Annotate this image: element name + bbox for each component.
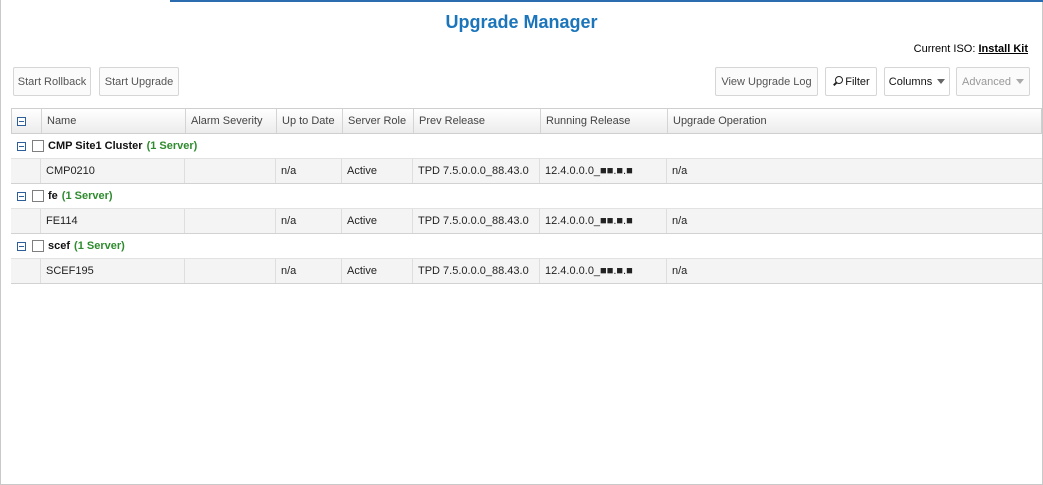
column-header-upgrade-operation[interactable]: Upgrade Operation <box>668 109 1041 133</box>
group-checkbox[interactable] <box>32 240 44 252</box>
table-header: Name Alarm Severity Up to Date Server Ro… <box>11 108 1042 134</box>
chevron-down-icon <box>937 79 946 84</box>
cell-alarm-severity <box>185 209 276 233</box>
collapse-icon[interactable] <box>17 191 26 201</box>
columns-label: Columns <box>888 75 933 88</box>
view-upgrade-log-label: View Upgrade Log <box>721 75 812 88</box>
group-name: CMP Site1 Cluster <box>48 140 143 152</box>
table-row[interactable]: SCEF195 n/a Active TPD 7.5.0.0.0_88.43.0… <box>11 259 1042 284</box>
cell-server-role: Active <box>342 209 413 233</box>
search-icon <box>832 76 844 87</box>
start-upgrade-button[interactable]: Start Upgrade <box>99 67 179 96</box>
group-row: CMP Site1 Cluster (1 Server) <box>11 134 1042 159</box>
column-header-up-to-date[interactable]: Up to Date <box>277 109 343 133</box>
column-header-server-role[interactable]: Server Role <box>343 109 414 133</box>
cell-upgrade-operation: n/a <box>672 165 688 177</box>
column-header-running-release[interactable]: Running Release <box>541 109 668 133</box>
cell-up-to-date: n/a <box>276 159 342 183</box>
start-upgrade-label: Start Upgrade <box>104 75 174 88</box>
upgrade-table: Name Alarm Severity Up to Date Server Ro… <box>11 108 1042 284</box>
collapse-icon <box>17 116 26 126</box>
cell-up-to-date: n/a <box>276 259 342 283</box>
cell-running-release: 12.4.0.0.0_■■.■.■ <box>540 159 667 183</box>
page-title: Upgrade Manager <box>445 12 598 32</box>
current-iso-label: Current ISO: <box>913 43 976 55</box>
row-spacer <box>11 209 41 233</box>
top-accent-bar <box>170 0 1043 2</box>
chevron-down-icon <box>1015 79 1024 84</box>
cell-alarm-severity <box>185 259 276 283</box>
start-rollback-button[interactable]: Start Rollback <box>13 67 91 96</box>
cell-upgrade-operation: n/a <box>672 215 688 227</box>
group-count: (1 Server) <box>74 240 125 252</box>
cell-server-role: Active <box>342 159 413 183</box>
row-spacer <box>11 259 41 283</box>
table-row[interactable]: CMP0210 n/a Active TPD 7.5.0.0.0_88.43.0… <box>11 159 1042 184</box>
cell-running-release: 12.4.0.0.0_■■.■.■ <box>540 209 667 233</box>
filter-label: Filter <box>845 75 870 88</box>
view-upgrade-log-button[interactable]: View Upgrade Log <box>715 67 818 96</box>
install-kit-link[interactable]: Install Kit <box>978 43 1028 55</box>
cell-alarm-severity <box>185 159 276 183</box>
current-iso: Current ISO: Install Kit <box>914 43 1028 55</box>
group-count: (1 Server) <box>61 190 113 202</box>
table-row[interactable]: FE114 n/a Active TPD 7.5.0.0.0_88.43.0 1… <box>11 209 1042 234</box>
group-row: scef (1 Server) <box>11 234 1042 259</box>
cell-name: CMP0210 <box>41 159 185 183</box>
cell-running-release: 12.4.0.0.0_■■.■.■ <box>540 259 667 283</box>
advanced-label: Advanced <box>962 75 1011 88</box>
group-count: (1 Server) <box>146 140 198 152</box>
collapse-all-toggle[interactable] <box>12 109 42 133</box>
cell-server-role: Active <box>342 259 413 283</box>
collapse-icon[interactable] <box>17 241 26 251</box>
column-header-alarm-severity[interactable]: Alarm Severity <box>186 109 277 133</box>
group-name: fe <box>48 190 58 202</box>
cell-up-to-date: n/a <box>276 209 342 233</box>
column-header-name[interactable]: Name <box>42 109 186 133</box>
cell-prev-release: TPD 7.5.0.0.0_88.43.0 <box>413 259 540 283</box>
group-name: scef <box>48 240 71 252</box>
group-checkbox[interactable] <box>32 190 44 202</box>
cell-name: SCEF195 <box>41 259 185 283</box>
column-header-prev-release[interactable]: Prev Release <box>414 109 541 133</box>
cell-prev-release: TPD 7.5.0.0.0_88.43.0 <box>413 159 540 183</box>
start-rollback-label: Start Rollback <box>17 75 87 88</box>
cell-name: FE114 <box>41 209 185 233</box>
group-row: fe (1 Server) <box>11 184 1042 209</box>
group-checkbox[interactable] <box>32 140 44 152</box>
columns-button[interactable]: Columns <box>884 67 950 96</box>
advanced-button[interactable]: Advanced <box>956 67 1030 96</box>
row-spacer <box>11 159 41 183</box>
cell-upgrade-operation: n/a <box>672 265 688 277</box>
filter-button[interactable]: Filter <box>825 67 877 96</box>
collapse-icon[interactable] <box>17 141 26 151</box>
cell-prev-release: TPD 7.5.0.0.0_88.43.0 <box>413 209 540 233</box>
